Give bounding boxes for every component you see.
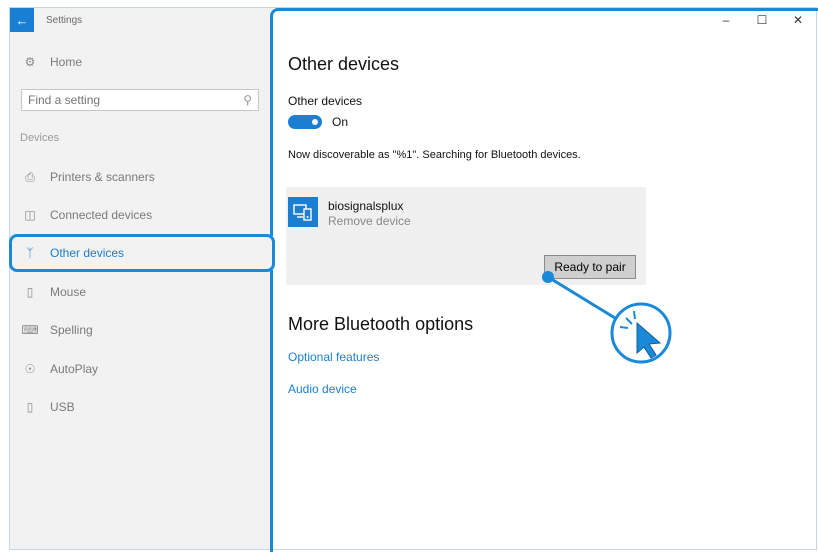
main-highlight-frame-top	[270, 8, 818, 236]
sidebar: ← Settings ⚙ Home ⚲ Devices ⎙ Printers &…	[10, 8, 272, 549]
more-bluetooth-options-title: More Bluetooth options	[288, 314, 474, 334]
sidebar-item-connected-devices[interactable]: ◫ Connected devices	[10, 199, 272, 231]
usb-icon: ▯	[26, 400, 34, 414]
sidebar-item-label: AutoPlay	[50, 362, 99, 376]
sidebar-item-label: Home	[50, 55, 83, 69]
sidebar-highlight-frame	[9, 234, 275, 272]
search-icon[interactable]: ⚲	[243, 93, 252, 107]
sidebar-item-spelling[interactable]: ⌨ Spelling	[10, 314, 272, 346]
search-input[interactable]	[22, 92, 230, 108]
sidebar-item-usb[interactable]: ▯ USB	[10, 391, 272, 423]
connected-devices-icon: ◫	[24, 208, 36, 222]
sidebar-item-label: Spelling	[50, 323, 93, 337]
mouse-icon: ▯	[26, 285, 34, 299]
main-highlight-frame-left	[270, 270, 276, 552]
app-title: Settings	[46, 14, 83, 26]
back-arrow-icon[interactable]: ←	[10, 8, 34, 32]
keyboard-icon: ⌨	[21, 323, 39, 337]
sidebar-item-mouse[interactable]: ▯ Mouse	[10, 276, 272, 308]
sidebar-item-home[interactable]: ⚙ Home	[10, 46, 272, 78]
search-box[interactable]: ⚲	[21, 89, 259, 111]
printer-icon: ⎙	[25, 169, 35, 184]
gear-icon: ⚙	[24, 55, 36, 69]
group-label: Devices	[20, 132, 60, 144]
sidebar-item-printers[interactable]: ⎙ Printers & scanners	[10, 161, 272, 193]
optional-features-link[interactable]: Optional features	[288, 350, 379, 364]
sidebar-item-autoplay[interactable]: ☉ AutoPlay	[10, 353, 272, 385]
titlebar: ← Settings	[10, 8, 272, 32]
sidebar-item-label: Printers & scanners	[50, 170, 155, 184]
ready-to-pair-button[interactable]: Ready to pair	[544, 255, 636, 279]
autoplay-icon: ☉	[24, 362, 36, 376]
sidebar-item-label: USB	[50, 400, 75, 414]
audio-device-link[interactable]: Audio device	[288, 382, 357, 396]
sidebar-item-label: Mouse	[50, 285, 87, 299]
sidebar-item-label: Connected devices	[50, 208, 153, 222]
